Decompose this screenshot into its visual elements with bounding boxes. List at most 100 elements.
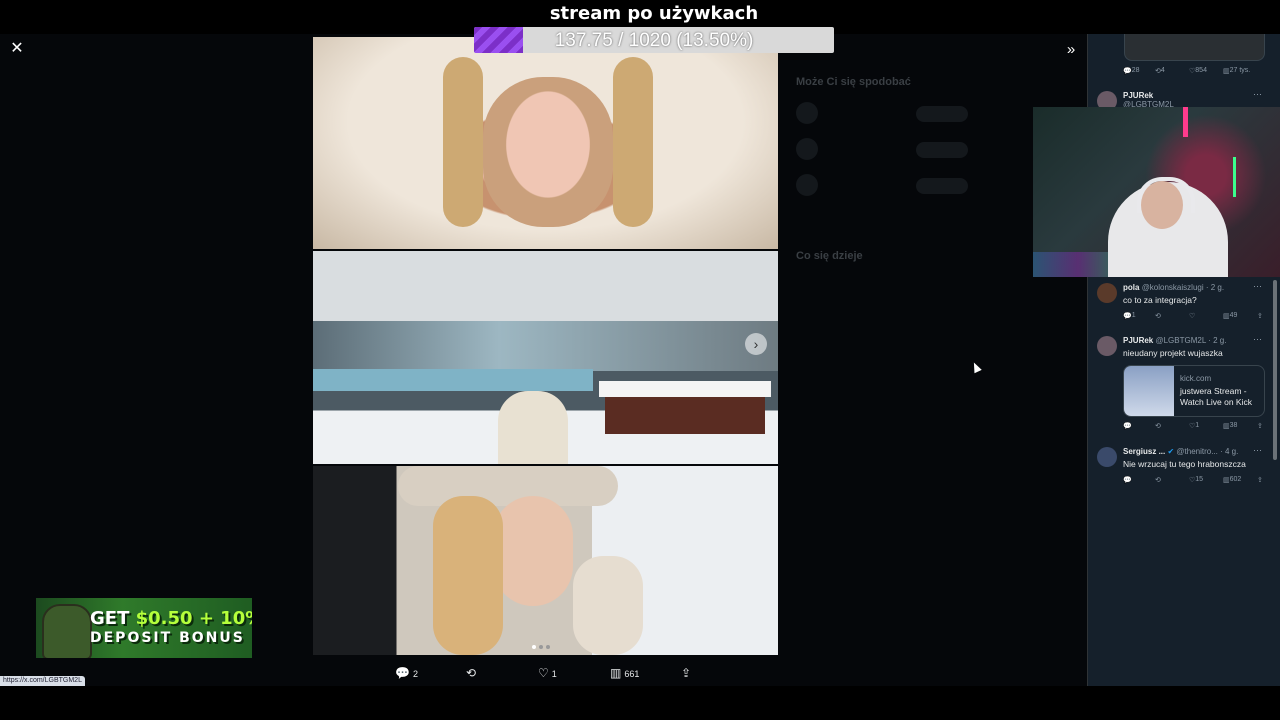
share-icon[interactable]: ⇪ bbox=[1257, 476, 1263, 484]
more-icon[interactable]: ⋯ bbox=[1253, 445, 1262, 456]
like-stat[interactable]: ♡ 1 bbox=[1189, 422, 1199, 430]
mountains-shape bbox=[313, 321, 778, 371]
avatar[interactable] bbox=[1097, 283, 1117, 303]
reply-stat[interactable]: 💬 28 bbox=[1123, 67, 1140, 75]
link-preview-card[interactable]: kick.com justwera Stream - Watch Live on… bbox=[1123, 365, 1265, 417]
bottom-bar bbox=[0, 686, 1280, 720]
ghost-follow-button bbox=[916, 178, 968, 194]
person-shape bbox=[498, 391, 568, 464]
ad-headline: GET $0.50 + 10% bbox=[90, 608, 252, 629]
ghost-follow-button bbox=[916, 142, 968, 158]
view-count: 661 bbox=[624, 669, 640, 679]
casino-ad-banner[interactable]: GET $0.50 + 10% DEPOSIT BONUS bbox=[36, 598, 252, 658]
tweet-text: co to za integracja? bbox=[1123, 295, 1197, 305]
like-count: 1 bbox=[551, 669, 557, 679]
tweet-actions: 💬 ⟲ ♡ 15 ▥ 602 ⇪ bbox=[1123, 476, 1269, 488]
like-stat[interactable]: ♡ 854 bbox=[1189, 67, 1207, 75]
tweet-actions: 💬 28 ⟲ 4 ♡ 854 ▥ 27 tys. bbox=[1123, 67, 1269, 79]
views-stat[interactable]: ▥ 38 bbox=[1223, 422, 1237, 430]
more-icon[interactable]: ⋯ bbox=[1253, 89, 1262, 100]
repost-button[interactable]: ⟲ bbox=[466, 664, 479, 682]
repost-icon: ⟲ bbox=[466, 666, 477, 680]
fur-hat-shape bbox=[398, 466, 618, 506]
face-shape bbox=[493, 496, 573, 606]
tweet-text: Nie wrzucaj tu tego hrabonszcza bbox=[1123, 459, 1246, 469]
media-image-2[interactable] bbox=[313, 251, 778, 464]
scrollbar[interactable] bbox=[1273, 280, 1277, 460]
like-stat[interactable]: ♡ bbox=[1189, 312, 1195, 320]
tweet-header: Sergiusz ... ✔ @thenitro... · 4 g. bbox=[1123, 447, 1239, 456]
reply-button[interactable]: 💬 2 bbox=[395, 664, 418, 682]
repost-stat[interactable]: ⟲ 4 bbox=[1155, 67, 1165, 75]
reply-count: 2 bbox=[412, 669, 418, 679]
ghost-avatar bbox=[796, 138, 818, 160]
views-button[interactable]: ▥ 661 bbox=[610, 664, 639, 682]
carousel-dot[interactable] bbox=[546, 645, 550, 649]
ad-amount: $0.50 + 10% bbox=[135, 608, 252, 629]
cabin-roof-snow bbox=[599, 381, 771, 397]
share-icon: ⇪ bbox=[681, 666, 692, 680]
ad-subline: DEPOSIT BONUS bbox=[90, 630, 245, 646]
reply-stat[interactable]: 💬 1 bbox=[1123, 312, 1136, 320]
repost-stat[interactable]: ⟲ bbox=[1155, 312, 1161, 320]
more-icon[interactable]: ⋯ bbox=[1253, 281, 1262, 292]
heart-icon: ♡ bbox=[538, 666, 549, 680]
reply-stat[interactable]: 💬 bbox=[1123, 476, 1132, 484]
hair-left bbox=[443, 57, 483, 227]
avatar[interactable] bbox=[1097, 336, 1117, 356]
media-image-1[interactable] bbox=[313, 37, 778, 249]
ghost-avatar bbox=[796, 174, 818, 196]
card-thumbnail bbox=[1124, 366, 1174, 416]
media-image-3[interactable] bbox=[313, 466, 778, 655]
previous-media-thumbnail[interactable] bbox=[1124, 34, 1265, 61]
more-icon[interactable]: ⋯ bbox=[1253, 334, 1262, 345]
carousel-dots bbox=[532, 636, 562, 649]
share-icon[interactable]: ⇪ bbox=[1257, 422, 1263, 430]
verified-icon: ✔ bbox=[1167, 447, 1175, 456]
ad-get: GET bbox=[90, 608, 136, 629]
carousel-dot[interactable] bbox=[539, 645, 543, 649]
glacier-shape bbox=[313, 369, 593, 391]
ghost-avatar bbox=[796, 102, 818, 124]
double-chevron-right-icon[interactable]: » bbox=[1062, 41, 1080, 59]
headset-icon bbox=[1137, 177, 1195, 213]
card-title: justwera Stream - Watch Live on Kick bbox=[1180, 386, 1252, 407]
face-shape bbox=[483, 77, 613, 227]
stream-progress-bar: 137.75 / 1020 (13.50%) bbox=[474, 27, 834, 53]
hair-shape bbox=[433, 496, 503, 655]
ghost-follow-button bbox=[916, 106, 968, 122]
repost-stat[interactable]: ⟲ bbox=[1155, 422, 1161, 430]
reply-stat[interactable]: 💬 bbox=[1123, 422, 1132, 430]
stream-title: stream po używkach bbox=[549, 3, 759, 24]
progress-text: 137.75 / 1020 (13.50%) bbox=[554, 30, 754, 51]
like-stat[interactable]: ♡ 15 bbox=[1189, 476, 1203, 484]
status-url: https://x.com/LGBTGM2L bbox=[0, 676, 85, 686]
chevron-right-icon[interactable]: › bbox=[745, 333, 767, 355]
repost-stat[interactable]: ⟲ bbox=[1155, 476, 1161, 484]
like-button[interactable]: ♡ 1 bbox=[538, 664, 557, 682]
close-icon[interactable]: ✕ bbox=[8, 40, 26, 58]
led-light bbox=[1233, 157, 1236, 197]
trending-heading: Co się dzieje bbox=[796, 250, 863, 262]
tweet-header: PJURek @LGBTGM2L · 2 g. bbox=[1123, 336, 1227, 345]
card-domain: kick.com bbox=[1180, 374, 1212, 383]
fur-collar-shape bbox=[573, 556, 643, 655]
mascot-image bbox=[42, 604, 92, 658]
who-to-follow-heading: Może Ci się spodobać bbox=[796, 76, 911, 88]
views-stat[interactable]: ▥ 27 tys. bbox=[1223, 67, 1250, 75]
tweet-actions: 💬 1 ⟲ ♡ ▥ 49 ⇪ bbox=[1123, 312, 1269, 324]
tweet-text: nieudany projekt wujaszka bbox=[1123, 348, 1223, 358]
webcam-overlay bbox=[1033, 107, 1280, 277]
share-icon[interactable]: ⇪ bbox=[1257, 312, 1263, 320]
views-stat[interactable]: ▥ 602 bbox=[1223, 476, 1241, 484]
tweet-actions: 💬 ⟲ ♡ 1 ▥ 38 ⇪ bbox=[1123, 422, 1269, 434]
hair-right bbox=[613, 57, 653, 227]
views-stat[interactable]: ▥ 49 bbox=[1223, 312, 1237, 320]
bar-chart-icon: ▥ bbox=[610, 666, 622, 680]
tweet-header: pola @kolonskaiszlugi · 2 g. bbox=[1123, 283, 1225, 292]
share-button[interactable]: ⇪ bbox=[681, 664, 694, 682]
avatar[interactable] bbox=[1097, 447, 1117, 467]
carousel-dot[interactable] bbox=[532, 645, 536, 649]
led-light bbox=[1183, 107, 1188, 137]
reply-icon: 💬 bbox=[395, 666, 410, 680]
